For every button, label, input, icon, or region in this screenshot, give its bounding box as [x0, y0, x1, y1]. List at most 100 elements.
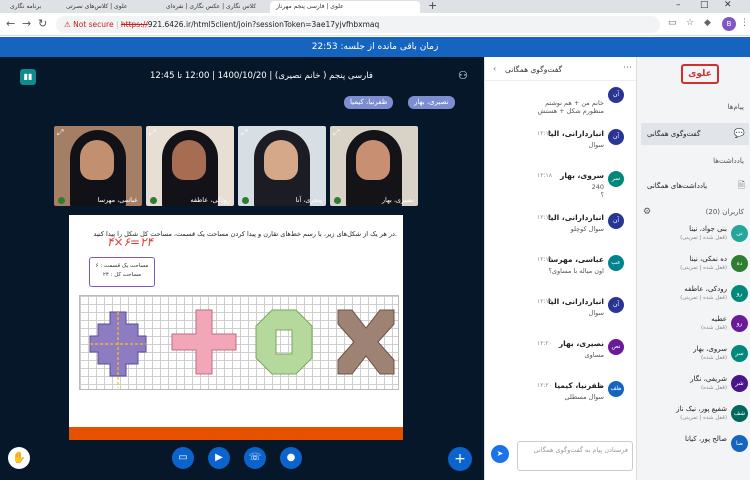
- microphone-button[interactable]: ●: [280, 447, 302, 469]
- webcam-tile[interactable]: ⤢ پنجری، آنا: [238, 126, 326, 206]
- screen-share-button[interactable]: ▭: [172, 447, 194, 469]
- url-field[interactable]: ⚠ Not secure | https://921.6426.ir/html5…: [56, 16, 660, 33]
- audio-status-icon: [150, 197, 157, 204]
- settings-gear-icon[interactable]: ⚙: [643, 207, 651, 217]
- audio-status-icon: [242, 197, 249, 204]
- star-icon[interactable]: ☆: [686, 18, 694, 28]
- webcam-tile[interactable]: ⤢ نصیری، بهار: [330, 126, 418, 206]
- user-name: عطیه: [711, 315, 727, 323]
- chat-message: آن انباردارانی، الیا ۱۲:۱۸ سوال کوچلو: [485, 213, 630, 243]
- users-toggle-icon[interactable]: ⚇: [458, 69, 468, 82]
- user-name: سروی، بهار: [693, 345, 727, 353]
- browser-tab[interactable]: برنامه نگاری: [4, 1, 47, 13]
- user-status: (قفل شده): [700, 385, 727, 391]
- user-list-item[interactable]: سر سروی، بهار (قفل شده): [637, 343, 750, 371]
- url-scheme: https://: [120, 20, 148, 29]
- timer-value: 22:53: [311, 42, 338, 52]
- user-status: (قفل شده): [700, 355, 727, 361]
- chat-avatar: آن: [608, 129, 624, 145]
- video-button[interactable]: ▶: [208, 447, 230, 469]
- close-window-icon[interactable]: ✕: [724, 0, 732, 10]
- note-line: مساحت یک قسمت : ۶: [95, 263, 149, 269]
- chat-avatar: سر: [608, 171, 624, 187]
- annotation-box: مساحت یک قسمت : ۶ مساحت کل : ۲۴: [89, 257, 155, 287]
- minimize-icon[interactable]: –: [676, 0, 681, 10]
- activity-icon[interactable]: ▮▮: [20, 69, 36, 85]
- user-list-item[interactable]: رو رودکی، عاطفه (قفل شده | تمرینی): [637, 283, 750, 311]
- user-list-item[interactable]: شف شفیع پور، نیک ناز (قفل شده | تمرینی): [637, 403, 750, 431]
- forward-icon[interactable]: →: [22, 17, 31, 30]
- browser-tab-bar: برنامه نگاری علوی | کلاس‌های نصرتی کلاس …: [0, 0, 750, 13]
- back-icon[interactable]: ←: [6, 17, 15, 30]
- chat-avatar: آن: [608, 213, 624, 229]
- phone-button[interactable]: ☏: [244, 447, 266, 469]
- expand-icon[interactable]: ⤢: [149, 128, 155, 138]
- chat-message: عب عباسی، مهرسا ۱۲:۱۹ اون میاله با مساوی؟: [485, 255, 630, 285]
- user-avatar: نی: [731, 225, 748, 242]
- maximize-icon[interactable]: □: [700, 0, 709, 10]
- chat-time: ۱۲:۱۸: [537, 130, 552, 137]
- user-list-item[interactable]: نی بنی جواد، نینا (قفل شده | تمرینی): [637, 223, 750, 251]
- chat-input[interactable]: فرستادن پیام به گفت‌وگوی همگانی: [517, 441, 633, 471]
- presenter-badge: ظفرنیا، کیمیا: [344, 96, 394, 109]
- chat-message-list[interactable]: آن خانم من + هم نوشتم منظورم شکل + هستش آن…: [485, 83, 637, 443]
- public-chat-label: گفت‌وگوی همگانی: [647, 130, 701, 138]
- send-button[interactable]: ➤: [491, 445, 509, 463]
- user-list-item[interactable]: صا صالح پور، کیانا: [637, 433, 750, 461]
- chat-text: 240 ؟: [591, 183, 604, 199]
- presentation-slide[interactable]: در هر یک از شکل‌های زیر، با رسم خط‌های ت…: [69, 215, 403, 440]
- expand-icon[interactable]: ⤢: [241, 128, 247, 138]
- symmetry-shapes: [89, 309, 395, 388]
- browser-tab[interactable]: علوی | کلاس‌های نصرتی: [60, 1, 133, 13]
- notes-section-label: یادداشت‌ها: [713, 157, 744, 165]
- user-avatar: سر: [731, 345, 748, 362]
- chat-time: ۱۲:۱۹: [537, 298, 552, 305]
- chat-avatar: عب: [608, 255, 624, 271]
- expand-icon[interactable]: ⤢: [57, 128, 63, 138]
- chat-time: ۱۲:۲۰: [537, 340, 552, 347]
- collapse-chat-icon[interactable]: ‹: [493, 64, 496, 73]
- chat-message: نص نصیری، بهار ۱۲:۲۰ مساوی: [485, 339, 630, 369]
- school-logo: علوی: [681, 64, 719, 84]
- chat-avatar: آن: [608, 297, 624, 313]
- chat-text: خانم من + هم نوشتم منظورم شکل + هستش: [537, 99, 604, 115]
- browser-tab[interactable]: کلاس نگاری | عکس نگاری | نفره‌ای: [160, 1, 262, 13]
- chat-sender: عباسی، مهرسا: [548, 255, 604, 264]
- webcam-tile[interactable]: ⤢ رودکی، عاطفه: [146, 126, 234, 206]
- raise-hand-button[interactable]: ✋: [8, 447, 30, 469]
- users-count-label: کاربران (20): [705, 208, 744, 216]
- actions-plus-button[interactable]: +: [448, 447, 472, 471]
- note-line: مساحت کل : ۲۴: [102, 272, 142, 278]
- user-list-item[interactable]: رو عطیه (قفل شده): [637, 313, 750, 341]
- webcam-tile[interactable]: ⤢ عباسی، مهرسا: [54, 126, 142, 206]
- user-list-item[interactable]: ده ده نمکی، نینا (قفل شده | تمرینی): [637, 253, 750, 281]
- expand-icon[interactable]: ⤢: [333, 128, 339, 138]
- user-name: صالح پور، کیانا: [684, 435, 727, 443]
- chat-time: ۱۲:۲۰: [537, 382, 552, 389]
- security-label: Not secure: [73, 20, 114, 29]
- reload-icon[interactable]: ↻: [38, 17, 47, 30]
- slide-annotation: ۴×۶=۲۴: [107, 235, 153, 249]
- profile-avatar[interactable]: B: [722, 17, 736, 31]
- note-icon: 🗎: [737, 181, 745, 191]
- chat-message: ظف ظفرنیا، کیمیا ۱۲:۲۰ سوال مسطلی: [485, 381, 630, 411]
- plus-shape-pink: [171, 309, 237, 375]
- webcam-name: رودکی، عاطفه: [190, 196, 230, 204]
- chat-options-icon[interactable]: ⋯: [623, 63, 632, 73]
- public-chat-item[interactable]: گفت‌وگوی همگانی 💬: [641, 123, 749, 145]
- shared-notes-item[interactable]: یادداشت‌های همگانی 🗎: [641, 175, 749, 197]
- stage-header: ▮▮ فارسی پنجم ( خانم نصیری) | 1400/10/20…: [0, 57, 484, 95]
- extension-icon[interactable]: ◆: [704, 18, 711, 28]
- user-name: شریفی، نگار: [690, 375, 727, 383]
- participant-face: [264, 140, 298, 180]
- chat-message: آن انباردارانی، الیا ۱۲:۱۹ سوال: [485, 297, 630, 327]
- chat-sender: ظفرنیا، کیمیا: [554, 381, 604, 390]
- user-avatar: شف: [731, 405, 748, 422]
- chat-text: سوال کوچلو: [570, 225, 604, 233]
- menu-icon[interactable]: ⋮: [740, 18, 749, 28]
- user-list-item[interactable]: شر شریفی، نگار (قفل شده): [637, 373, 750, 401]
- browser-tab-active[interactable]: علوی | فارسی پنجم مهرناز: [270, 1, 420, 13]
- user-status: (قفل شده | تمرینی): [680, 235, 727, 241]
- new-tab-button[interactable]: +: [428, 0, 437, 12]
- cast-icon[interactable]: ▭: [668, 18, 677, 28]
